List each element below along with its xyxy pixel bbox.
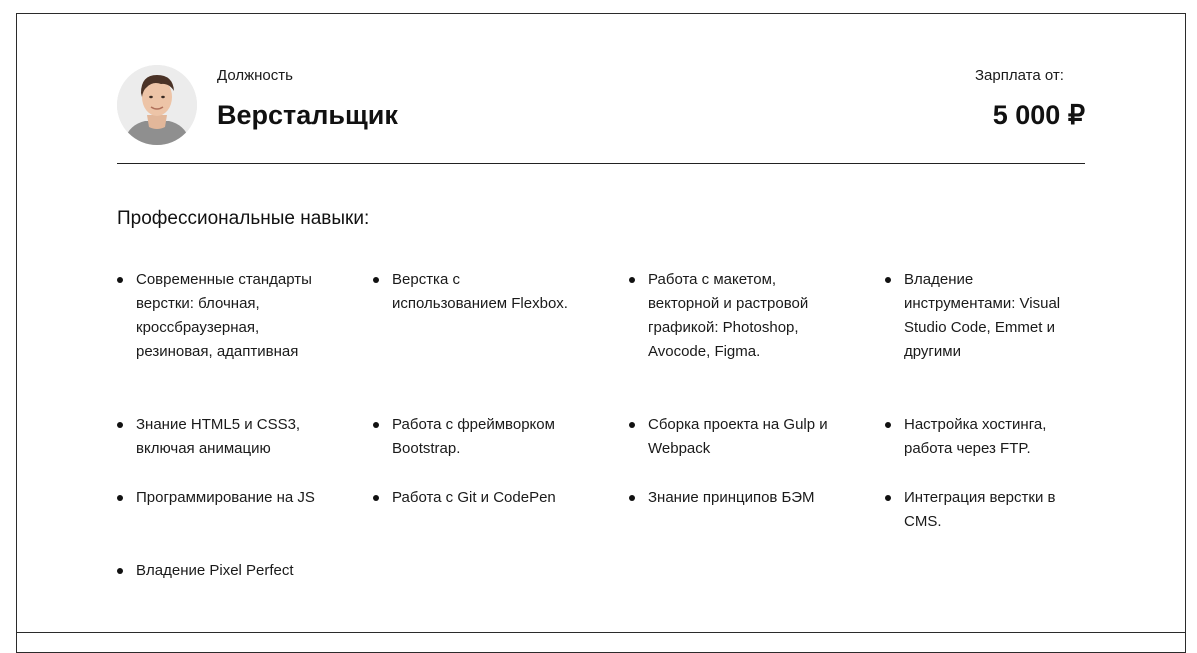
bullet-icon — [373, 495, 379, 501]
bullet-icon — [117, 495, 123, 501]
skill-item: Работа с фреймворком Bootstrap. — [373, 413, 573, 461]
skill-item: Владение инструментами: Visual Studio Co… — [885, 268, 1085, 364]
bullet-icon — [117, 277, 123, 283]
bullet-icon — [885, 422, 891, 428]
salary-caption: Зарплата от: — [975, 67, 1064, 84]
skill-text: Современные стандарты верстки: блочная, … — [136, 271, 312, 360]
skills-heading: Профессиональные навыки: — [117, 208, 370, 229]
skill-item: Сборка проекта на Gulp и Webpack — [629, 413, 829, 461]
skill-text: Знание HTML5 и CSS3, включая анимацию — [136, 416, 301, 457]
avatar — [117, 65, 197, 145]
header-divider — [117, 163, 1085, 164]
skill-item: Знание HTML5 и CSS3, включая анимацию — [117, 413, 317, 461]
skill-item: Программирование на JS — [117, 486, 317, 510]
salary-value: 5 000 ₽ — [992, 100, 1085, 130]
skill-text: Сборка проекта на Gulp и Webpack — [648, 416, 828, 457]
skill-item: Верстка с использованием Flexbox. — [373, 268, 573, 316]
skill-text: Интеграция верстки в CMS. — [904, 489, 1056, 530]
skill-item: Настройка хостинга, работа через FTP. — [885, 413, 1085, 461]
skill-text: Верстка с использованием Flexbox. — [392, 271, 568, 312]
skill-text: Владение инструментами: Visual Studio Co… — [904, 271, 1061, 360]
bullet-icon — [629, 422, 635, 428]
skill-item: Владение Pixel Perfect — [117, 559, 317, 583]
skill-text: Работа с фреймворком Bootstrap. — [392, 416, 555, 457]
job-title: Верстальщик — [217, 100, 398, 130]
bullet-icon — [117, 422, 123, 428]
skill-text: Программирование на JS — [136, 489, 315, 506]
bullet-icon — [629, 495, 635, 501]
bullet-icon — [885, 277, 891, 283]
skill-text: Работа с макетом, векторной и растровой … — [648, 271, 809, 360]
skill-item: Знание принципов БЭМ — [629, 486, 829, 510]
bullet-icon — [373, 277, 379, 283]
bullet-icon — [629, 277, 635, 283]
skill-item: Современные стандарты верстки: блочная, … — [117, 268, 317, 364]
skill-item: Работа с Git и CodePen — [373, 486, 573, 510]
skill-text: Знание принципов БЭМ — [648, 489, 815, 506]
bullet-icon — [885, 495, 891, 501]
skill-item: Работа с макетом, векторной и растровой … — [629, 268, 829, 364]
skill-text: Работа с Git и CodePen — [392, 489, 556, 506]
skill-text: Владение Pixel Perfect — [136, 562, 294, 579]
card-bottom-border — [16, 632, 1186, 633]
skill-item: Интеграция верстки в CMS. — [885, 486, 1085, 534]
skill-text: Настройка хостинга, работа через FTP. — [904, 416, 1047, 457]
bullet-icon — [117, 568, 123, 574]
bullet-icon — [373, 422, 379, 428]
position-caption: Должность — [217, 67, 293, 84]
